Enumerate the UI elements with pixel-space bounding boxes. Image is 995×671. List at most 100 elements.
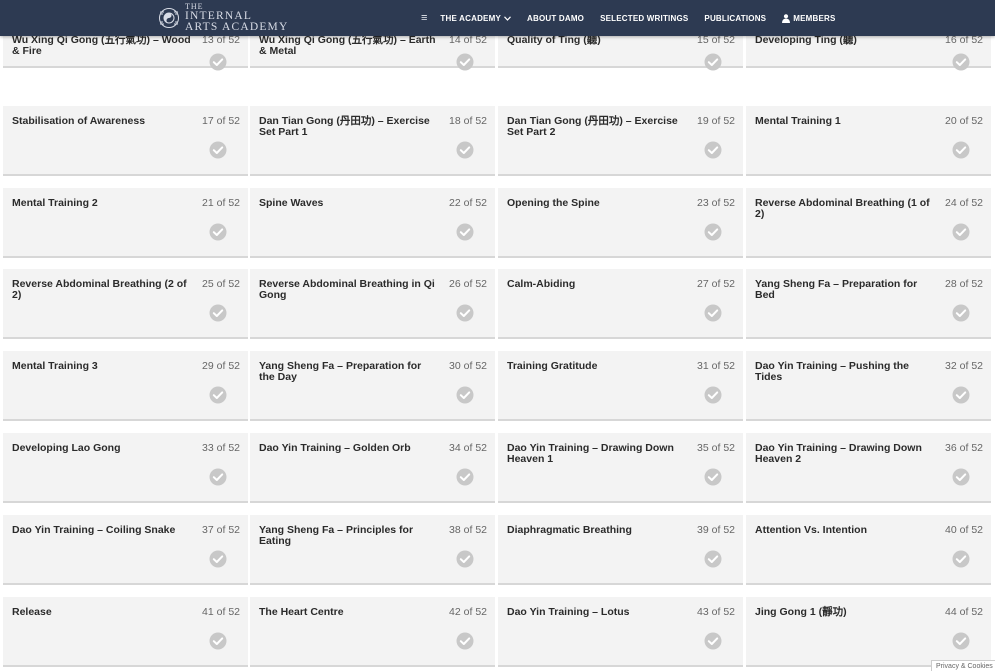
lesson-count: 35 of 52 xyxy=(697,442,735,454)
lesson-count: 16 of 52 xyxy=(945,34,983,46)
lesson-card[interactable]: Dao Yin Training – Golden Orb 34 of 52 xyxy=(250,433,495,503)
lesson-title: Dao Yin Training – Drawing Down Heaven 1 xyxy=(507,442,674,465)
lesson-title: Yang Sheng Fa – Preparation for Bed xyxy=(755,278,918,301)
lesson-count: 28 of 52 xyxy=(945,278,983,290)
lesson-title: Developing Lao Gong xyxy=(12,442,121,454)
user-icon xyxy=(782,13,791,23)
nav-item-about-damo[interactable]: ABOUT DAMO xyxy=(527,14,584,23)
lesson-count: 41 of 52 xyxy=(202,606,240,618)
lesson-title: Calm-Abiding xyxy=(507,278,576,290)
nav-item-the-academy[interactable]: THE ACADEMY xyxy=(440,14,511,23)
logo-line-2: ARTS ACADEMY xyxy=(185,21,289,33)
lesson-count: 21 of 52 xyxy=(202,197,240,209)
lesson-card[interactable]: Developing Lao Gong 33 of 52 xyxy=(3,433,248,503)
lesson-card[interactable]: Calm-Abiding 27 of 52 xyxy=(498,269,743,339)
lesson-card[interactable]: Dao Yin Training – Drawing Down Heaven 1… xyxy=(498,433,743,503)
completed-check-icon xyxy=(209,141,227,159)
completed-check-icon xyxy=(456,550,474,568)
lesson-card[interactable]: Mental Training 1 20 of 52 xyxy=(746,106,991,176)
lesson-card[interactable]: Reverse Abdominal Breathing in Qi Gong 26… xyxy=(250,269,495,339)
lesson-count: 24 of 52 xyxy=(945,197,983,209)
lesson-title: Spine Waves xyxy=(259,197,324,209)
lesson-title: Release xyxy=(12,606,52,618)
lesson-count: 18 of 52 xyxy=(449,115,487,127)
completed-check-icon xyxy=(704,550,722,568)
nav-item-selected-writings[interactable]: SELECTED WRITINGS xyxy=(600,14,688,23)
lesson-title: Training Gratitude xyxy=(507,360,598,372)
lesson-title: Wu Xing Qi Gong (五行氣功) – Earth & Metal xyxy=(259,34,436,57)
lesson-count: 30 of 52 xyxy=(449,360,487,372)
lesson-count: 25 of 52 xyxy=(202,278,240,290)
completed-check-icon xyxy=(952,468,970,486)
lesson-title: Yang Sheng Fa – Principles for Eating xyxy=(259,524,414,547)
site-logo[interactable]: THE INTERNAL ARTS ACADEMY xyxy=(158,2,289,33)
lesson-count: 32 of 52 xyxy=(945,360,983,372)
lesson-title: Stabilisation of Awareness xyxy=(12,115,146,127)
completed-check-icon xyxy=(952,141,970,159)
completed-check-icon xyxy=(209,468,227,486)
lesson-title: Mental Training 3 xyxy=(12,360,98,372)
lesson-title: Dao Yin Training – Pushing the Tides xyxy=(755,360,910,383)
completed-check-icon xyxy=(456,141,474,159)
nav-item-publications[interactable]: PUBLICATIONS xyxy=(704,14,766,23)
nav-item-label: THE ACADEMY xyxy=(440,13,501,23)
lesson-count: 19 of 52 xyxy=(697,115,735,127)
nav-item-members[interactable]: MEMBERS xyxy=(782,14,835,23)
main-menu: ≡ THE ACADEMY ABOUT DAMO SELECTED WRITIN… xyxy=(421,0,852,36)
lesson-card[interactable]: Mental Training 2 21 of 52 xyxy=(3,188,248,258)
lesson-card[interactable]: Training Gratitude 31 of 52 xyxy=(498,351,743,421)
lesson-card[interactable]: Dao Yin Training – Coiling Snake 37 of 52 xyxy=(3,515,248,585)
lesson-count: 31 of 52 xyxy=(697,360,735,372)
lesson-card[interactable]: Diaphragmatic Breathing 39 of 52 xyxy=(498,515,743,585)
lesson-card[interactable]: Attention Vs. Intention 40 of 52 xyxy=(746,515,991,585)
lesson-count: 39 of 52 xyxy=(697,524,735,536)
lesson-card[interactable]: Opening the Spine 23 of 52 xyxy=(498,188,743,258)
lesson-count: 43 of 52 xyxy=(697,606,735,618)
nav-item-label: PUBLICATIONS xyxy=(704,13,767,23)
completed-check-icon xyxy=(209,550,227,568)
lesson-title: Dao Yin Training – Drawing Down Heaven 2 xyxy=(755,442,922,465)
lesson-card[interactable]: Dao Yin Training – Lotus 43 of 52 xyxy=(498,597,743,667)
lesson-card[interactable]: Jing Gong 1 (靜功) 44 of 52 xyxy=(746,597,991,667)
lesson-count: 20 of 52 xyxy=(945,115,983,127)
completed-check-icon xyxy=(704,632,722,650)
completed-check-icon xyxy=(952,550,970,568)
lesson-count: 44 of 52 xyxy=(945,606,983,618)
completed-check-icon xyxy=(209,223,227,241)
lesson-card[interactable]: Yang Sheng Fa – Principles for Eating 38 … xyxy=(250,515,495,585)
lesson-card[interactable]: Reverse Abdominal Breathing (1 of 2) 24 o… xyxy=(746,188,991,258)
lesson-card[interactable]: The Heart Centre 42 of 52 xyxy=(250,597,495,667)
lesson-card[interactable]: Mental Training 3 29 of 52 xyxy=(3,351,248,421)
lesson-title: Dao Yin Training – Golden Orb xyxy=(259,442,411,454)
completed-check-icon xyxy=(456,53,474,71)
lesson-card[interactable]: Dan Tian Gong (丹田功) – Exercise Set Part … xyxy=(250,106,495,176)
completed-check-icon xyxy=(456,304,474,322)
lesson-card[interactable]: Dan Tian Gong (丹田功) – Exercise Set Part … xyxy=(498,106,743,176)
lesson-count: 40 of 52 xyxy=(945,524,983,536)
lesson-count: 23 of 52 xyxy=(697,197,735,209)
lesson-title: Quality of Ting (聽) xyxy=(507,34,601,46)
menu-hamburger-icon[interactable]: ≡ xyxy=(421,12,427,24)
lesson-count: 38 of 52 xyxy=(449,524,487,536)
completed-check-icon xyxy=(704,141,722,159)
lesson-card[interactable]: Yang Sheng Fa – Preparation for Bed 28 of… xyxy=(746,269,991,339)
lesson-title: Diaphragmatic Breathing xyxy=(507,524,632,536)
lesson-count: 36 of 52 xyxy=(945,442,983,454)
privacy-cookies-button[interactable]: Privacy & Cookies xyxy=(931,660,995,671)
lesson-count: 22 of 52 xyxy=(449,197,487,209)
lesson-count: 14 of 52 xyxy=(449,34,487,46)
completed-check-icon xyxy=(704,386,722,404)
lesson-title: Attention Vs. Intention xyxy=(755,524,867,536)
lesson-card[interactable]: Dao Yin Training – Pushing the Tides 32 o… xyxy=(746,351,991,421)
lesson-card[interactable]: Dao Yin Training – Drawing Down Heaven 2… xyxy=(746,433,991,503)
lesson-card[interactable]: Reverse Abdominal Breathing (2 of 2) 25 o… xyxy=(3,269,248,339)
lesson-card[interactable]: Stabilisation of Awareness 17 of 52 xyxy=(3,106,248,176)
lesson-card[interactable]: Spine Waves 22 of 52 xyxy=(250,188,495,258)
chevron-down-icon xyxy=(504,15,511,21)
lesson-card[interactable]: Yang Sheng Fa – Preparation for the Day 3… xyxy=(250,351,495,421)
lesson-title: Jing Gong 1 (靜功) xyxy=(755,606,847,618)
lesson-title: Reverse Abdominal Breathing (2 of 2) xyxy=(12,278,187,301)
lesson-card[interactable]: Release 41 of 52 xyxy=(3,597,248,667)
lesson-title: The Heart Centre xyxy=(259,606,344,618)
completed-check-icon xyxy=(209,53,227,71)
